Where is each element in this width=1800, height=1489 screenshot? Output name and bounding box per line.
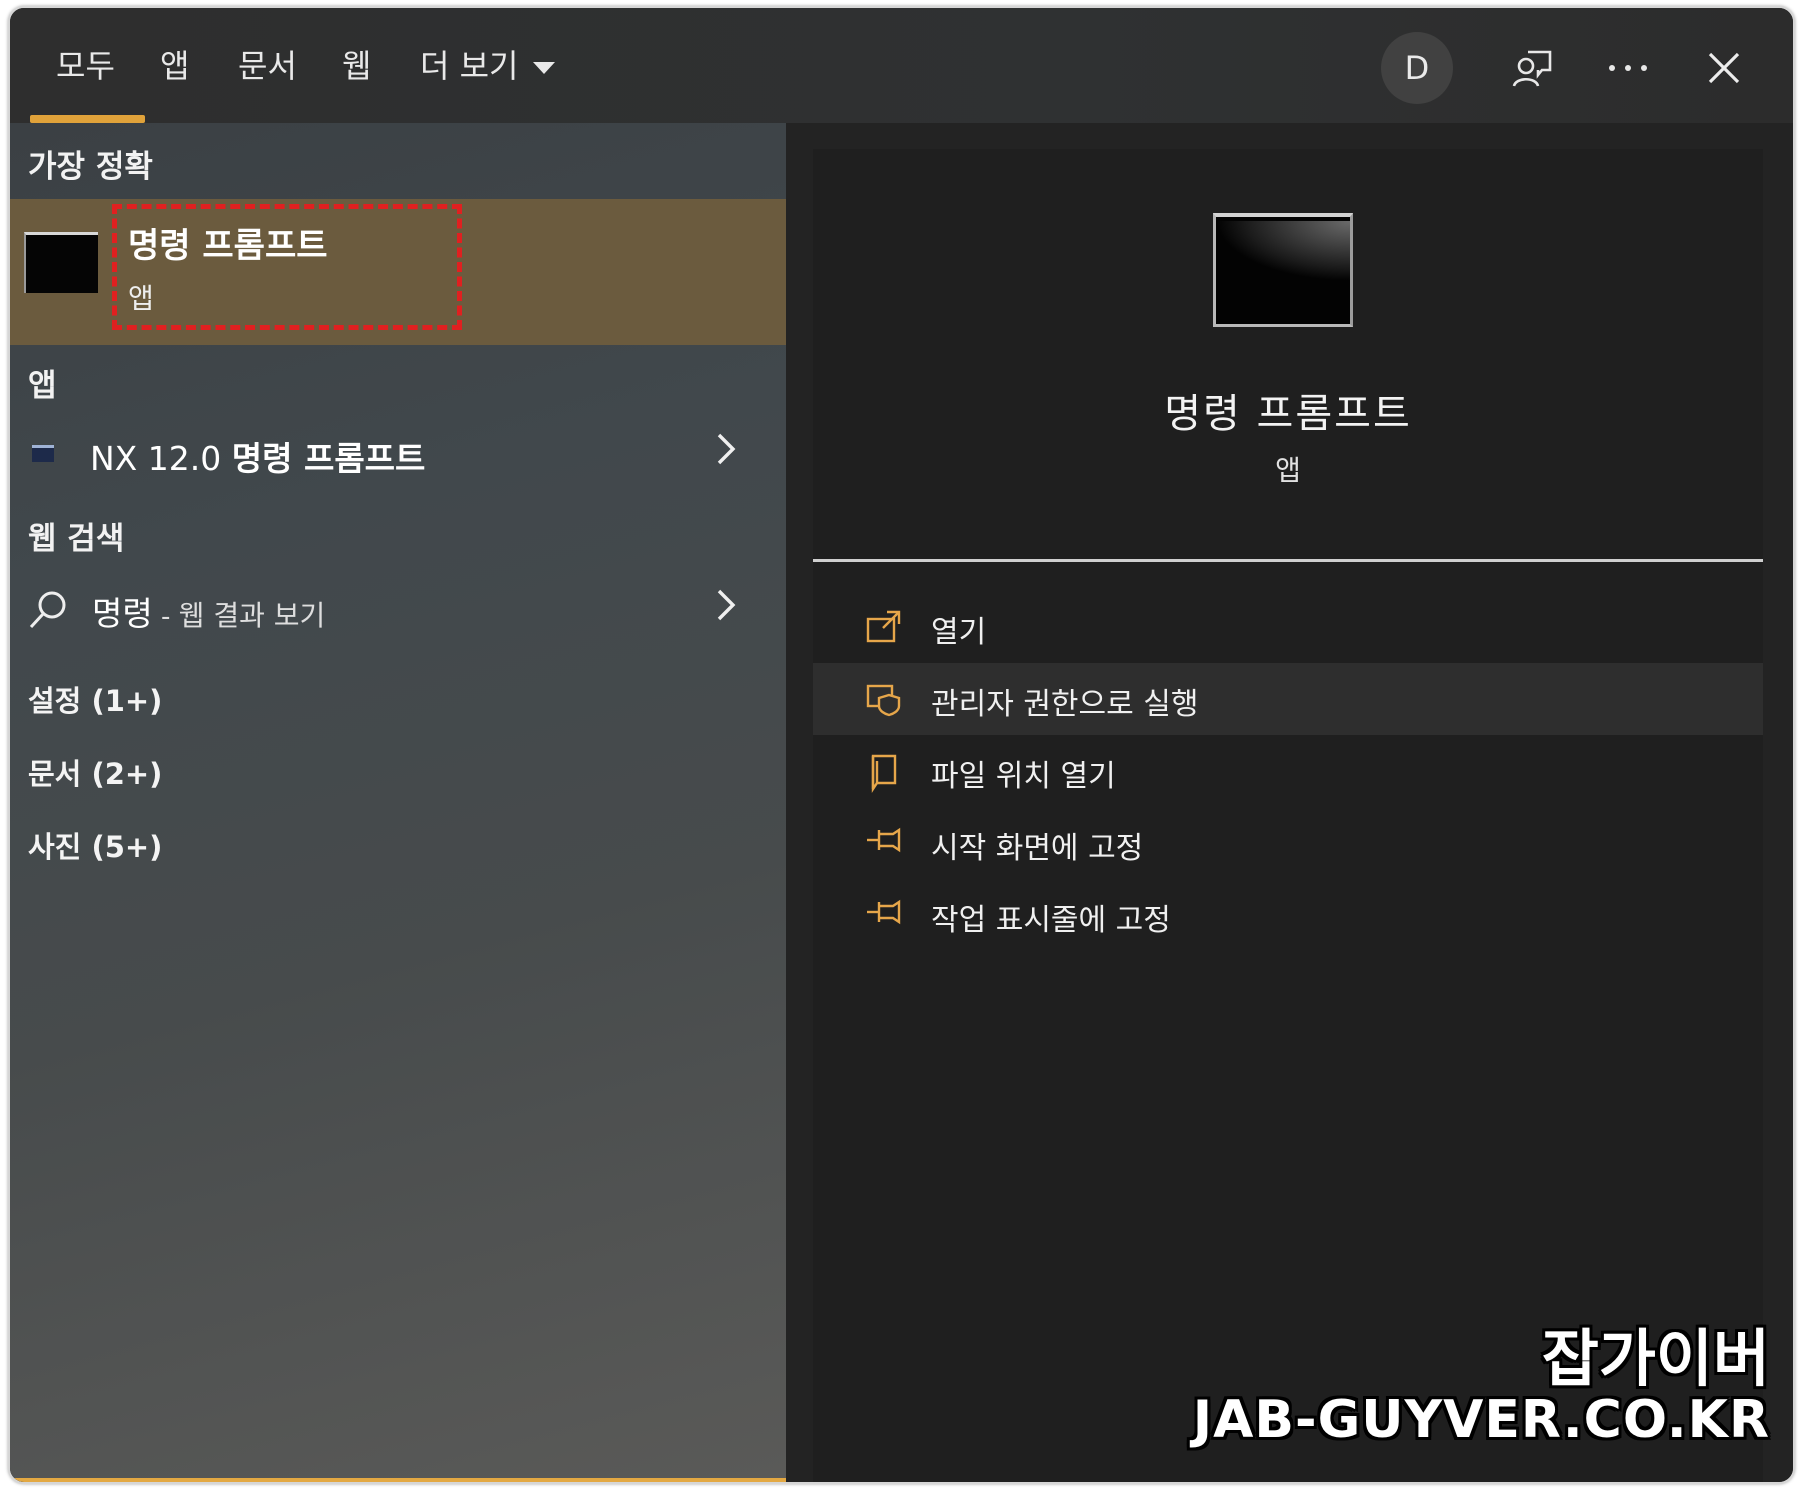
action-open-file-location-label: 파일 위치 열기 — [931, 759, 1116, 794]
open-icon — [865, 609, 903, 645]
web-search-query: 명령 — [92, 594, 153, 633]
ellipsis-icon[interactable] — [1598, 38, 1658, 98]
tab-bar: 모두 앱 문서 웹 더 보기 D — [10, 8, 1793, 123]
search-window: 모두 앱 문서 웹 더 보기 D 가장 정확 명령 프롬프트 앱 앱 NX 12… — [8, 6, 1795, 1484]
tab-apps[interactable]: 앱 — [160, 36, 189, 96]
results-panel: 가장 정확 명령 프롬프트 앱 앱 NX 12.0 명령 프롬프트 웹 검색 명… — [10, 123, 786, 1482]
category-settings[interactable]: 설정 (1+) — [28, 678, 162, 720]
close-icon[interactable] — [1694, 38, 1754, 98]
preview-title: 명령 프롬프트 — [1164, 391, 1412, 437]
action-open-file-location[interactable]: 파일 위치 열기 — [813, 735, 1763, 807]
web-search-label: 명령 - 웹 결과 보기 — [92, 587, 325, 635]
action-pin-to-start-label: 시작 화면에 고정 — [931, 831, 1144, 866]
app-result-name: 명령 프롬프트 — [231, 439, 426, 478]
command-prompt-icon — [24, 232, 98, 293]
web-search-item[interactable]: 명령 - 웹 결과 보기 — [10, 575, 786, 647]
action-pin-to-start[interactable]: 시작 화면에 고정 — [813, 807, 1763, 879]
watermark-url: JAB-GUYVER.CO.KR — [1192, 1390, 1770, 1450]
chevron-down-icon — [532, 62, 555, 74]
best-match-heading: 가장 정확 — [28, 149, 153, 185]
preview-subtitle: 앱 — [1275, 454, 1301, 487]
web-search-heading: 웹 검색 — [28, 521, 125, 557]
category-documents[interactable]: 문서 (2+) — [28, 751, 162, 793]
chevron-right-icon[interactable] — [715, 431, 737, 477]
action-open-label: 열기 — [931, 615, 987, 650]
app-result-label: NX 12.0 명령 프롬프트 — [90, 432, 425, 480]
web-search-separator: - — [152, 602, 179, 632]
best-match-item[interactable]: 명령 프롬프트 앱 — [10, 199, 786, 345]
bottom-accent-line — [10, 1478, 786, 1482]
avatar[interactable]: D — [1381, 32, 1453, 104]
app-result-prefix: NX 12.0 — [90, 439, 232, 478]
web-search-hint: 웹 결과 보기 — [178, 599, 326, 632]
tab-more-label: 더 보기 — [420, 47, 519, 85]
app-result-item[interactable]: NX 12.0 명령 프롬프트 — [10, 419, 786, 491]
watermark-korean: 잡가이버 — [1541, 1322, 1770, 1395]
tab-documents[interactable]: 문서 — [238, 36, 297, 96]
nx-app-icon — [32, 445, 54, 462]
search-icon — [28, 589, 68, 635]
tab-web[interactable]: 웹 — [342, 36, 371, 96]
action-run-as-admin-label: 관리자 권한으로 실행 — [931, 687, 1199, 722]
tab-all[interactable]: 모두 — [56, 36, 115, 96]
action-open[interactable]: 열기 — [813, 591, 1763, 663]
action-run-as-admin[interactable]: 관리자 권한으로 실행 — [813, 663, 1763, 735]
action-pin-to-taskbar-label: 작업 표시줄에 고정 — [931, 903, 1171, 938]
active-tab-indicator — [30, 115, 145, 123]
category-photos[interactable]: 사진 (5+) — [28, 824, 162, 866]
pin-icon — [865, 825, 903, 861]
feedback-person-icon[interactable] — [1502, 38, 1562, 98]
command-prompt-large-icon — [1213, 213, 1353, 327]
chevron-right-icon[interactable] — [715, 587, 737, 633]
preview-divider — [813, 559, 1763, 562]
apps-heading: 앱 — [28, 368, 57, 404]
preview-panel: 명령 프롬프트 앱 열기 관리자 권한으로 실행 파일 위치 열기 시작 화면에… — [813, 149, 1763, 1482]
tab-more[interactable]: 더 보기 — [420, 36, 555, 96]
annotation-highlight-box — [112, 204, 462, 330]
shield-icon — [865, 681, 903, 717]
pin-icon — [865, 897, 903, 933]
folder-icon — [865, 753, 903, 793]
action-pin-to-taskbar[interactable]: 작업 표시줄에 고정 — [813, 879, 1763, 951]
